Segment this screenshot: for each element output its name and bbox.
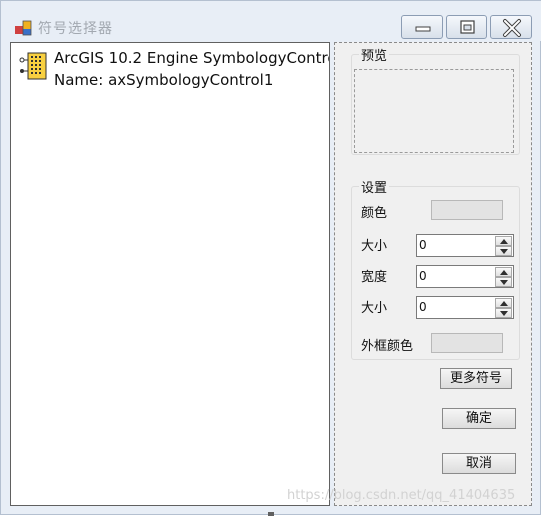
outline-color-swatch-button[interactable] bbox=[431, 333, 503, 353]
title-bar[interactable]: 符号选择器 bbox=[1, 1, 541, 41]
minimize-icon bbox=[415, 26, 431, 32]
arrow-up-icon bbox=[500, 239, 508, 244]
watermark-text: https://blog.csdn.net/qq_41404635 bbox=[287, 488, 516, 503]
arrow-down-icon bbox=[500, 280, 508, 285]
close-button[interactable] bbox=[490, 15, 532, 39]
more-symbols-button[interactable]: 更多符号 bbox=[440, 368, 512, 389]
size-down-button[interactable] bbox=[495, 246, 512, 256]
width-value[interactable]: 0 bbox=[419, 269, 427, 283]
arrow-up-icon bbox=[500, 270, 508, 275]
maximize-icon bbox=[460, 20, 475, 34]
resize-grip[interactable] bbox=[268, 512, 274, 516]
settings-legend: 设置 bbox=[359, 177, 390, 196]
size-stepper[interactable]: 0 bbox=[416, 234, 514, 257]
size2-value[interactable]: 0 bbox=[419, 300, 427, 314]
symbology-control-icon bbox=[19, 52, 47, 80]
app-icon bbox=[15, 20, 32, 36]
arrow-up-icon bbox=[500, 301, 508, 306]
arrow-down-icon bbox=[500, 311, 508, 316]
width-down-button[interactable] bbox=[495, 277, 512, 287]
size2-stepper[interactable]: 0 bbox=[416, 296, 514, 319]
width-label: 宽度 bbox=[361, 270, 388, 285]
preview-box bbox=[354, 69, 514, 153]
size-value[interactable]: 0 bbox=[419, 238, 427, 252]
outline-color-label: 外框颜色 bbox=[361, 339, 414, 354]
color-swatch-button[interactable] bbox=[431, 200, 503, 220]
size2-down-button[interactable] bbox=[495, 308, 512, 318]
arrow-down-icon bbox=[500, 249, 508, 254]
maximize-button[interactable] bbox=[446, 15, 487, 39]
width-stepper[interactable]: 0 bbox=[416, 265, 514, 288]
size2-up-button[interactable] bbox=[495, 298, 512, 308]
ok-button[interactable]: 确定 bbox=[442, 408, 516, 429]
control-name-label: Name: axSymbologyControl1 bbox=[54, 71, 274, 89]
size-up-button[interactable] bbox=[495, 236, 512, 246]
window-title: 符号选择器 bbox=[38, 21, 113, 37]
close-icon bbox=[503, 19, 521, 37]
settings-panel: 预览 设置 颜色 大小 0 宽度 0 大小 0 外框颜色 更多符号 确定 取消 bbox=[334, 42, 532, 506]
size-label: 大小 bbox=[361, 239, 388, 254]
symbol-selector-window: 符号选择器 ArcGIS 10.2 Engine SymbologyContro… bbox=[0, 0, 541, 516]
width-up-button[interactable] bbox=[495, 267, 512, 277]
minimize-button[interactable] bbox=[401, 15, 443, 39]
symbology-control-tree[interactable]: ArcGIS 10.2 Engine SymbologyControl Name… bbox=[10, 42, 330, 506]
size2-label: 大小 bbox=[361, 301, 388, 316]
control-title-label: ArcGIS 10.2 Engine SymbologyControl bbox=[54, 49, 330, 67]
preview-legend: 预览 bbox=[359, 45, 390, 64]
color-label: 颜色 bbox=[361, 206, 388, 221]
cancel-button[interactable]: 取消 bbox=[442, 453, 516, 474]
